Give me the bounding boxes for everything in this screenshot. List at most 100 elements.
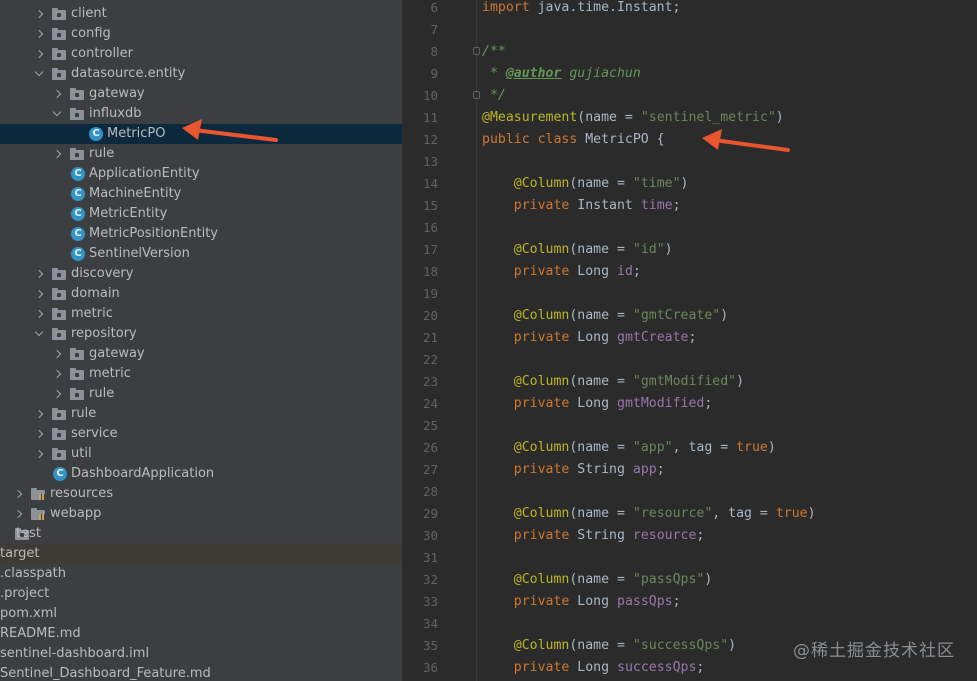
- chevron-right-icon[interactable]: [35, 24, 45, 44]
- tree-item-metricentity[interactable]: C MetricEntity: [0, 204, 402, 224]
- tree-item-classpath[interactable]: .classpath: [0, 564, 402, 584]
- code-line[interactable]: 21 private Long gmtCreate;: [414, 327, 977, 349]
- chevron-down-icon[interactable]: [35, 324, 45, 344]
- tree-item-service[interactable]: service: [0, 424, 402, 444]
- tree-item-repository[interactable]: repository: [0, 324, 402, 344]
- code-line[interactable]: 23 @Column(name = "gmtModified"): [414, 371, 977, 393]
- tree-item-rule[interactable]: rule: [0, 404, 402, 424]
- code-line[interactable]: 24 private Long gmtModified;: [414, 393, 977, 415]
- code-text: @Column(name = "gmtCreate"): [513, 308, 729, 323]
- code-text: @Column(name = "gmtModified"): [513, 374, 745, 389]
- tree-item-sentinel-dashboard-iml[interactable]: sentinel-dashboard.iml: [0, 644, 402, 664]
- tree-item-metricpositionentity[interactable]: C MetricPositionEntity: [0, 224, 402, 244]
- tree-item-label: Sentinel_Dashboard_Feature.md: [0, 666, 211, 681]
- fold-marker-icon[interactable]: [473, 91, 480, 99]
- chevron-down-icon[interactable]: [53, 104, 63, 124]
- chevron-right-icon[interactable]: [35, 444, 45, 464]
- tree-item-metric[interactable]: metric: [0, 304, 402, 324]
- chevron-right-icon[interactable]: [53, 364, 63, 384]
- tree-item-controller[interactable]: controller: [0, 44, 402, 64]
- code-line[interactable]: 14 @Column(name = "time"): [414, 173, 977, 195]
- code-line[interactable]: 33 private Long passQps;: [414, 591, 977, 613]
- package-folder-icon: [70, 88, 84, 100]
- code-line[interactable]: 18 private Long id;: [414, 261, 977, 283]
- code-line[interactable]: 27 private String app;: [414, 459, 977, 481]
- code-text: private Instant time;: [513, 198, 681, 213]
- line-number: 22: [422, 352, 438, 367]
- chevron-right-icon[interactable]: [35, 44, 45, 64]
- chevron-right-icon[interactable]: [35, 304, 45, 324]
- chevron-right-icon[interactable]: [35, 404, 45, 424]
- chevron-right-icon[interactable]: [53, 84, 63, 104]
- code-line[interactable]: 25: [414, 415, 977, 437]
- code-line[interactable]: 19: [414, 283, 977, 305]
- java-class-icon: C: [89, 127, 103, 141]
- code-line[interactable]: 22: [414, 349, 977, 371]
- tree-item-util[interactable]: util: [0, 444, 402, 464]
- tree-item-discovery[interactable]: discovery: [0, 264, 402, 284]
- code-line[interactable]: 20 @Column(name = "gmtCreate"): [414, 305, 977, 327]
- fold-marker-icon[interactable]: [473, 47, 480, 55]
- chevron-right-icon[interactable]: [35, 264, 45, 284]
- tree-item-label: gateway: [89, 86, 145, 101]
- java-class-icon: C: [71, 207, 85, 221]
- chevron-right-icon[interactable]: [53, 384, 63, 404]
- panel-divider[interactable]: [402, 0, 414, 681]
- code-line[interactable]: 7: [414, 19, 977, 41]
- tree-item-config[interactable]: config: [0, 24, 402, 44]
- chevron-right-icon[interactable]: [53, 344, 63, 364]
- code-line[interactable]: 16: [414, 217, 977, 239]
- chevron-right-icon[interactable]: [14, 504, 24, 524]
- code-line[interactable]: 6 import java.time.Instant;: [414, 0, 977, 19]
- line-number: 35: [422, 638, 438, 653]
- code-line[interactable]: 31: [414, 547, 977, 569]
- code-line[interactable]: 9 * @author gujiachun: [414, 63, 977, 85]
- code-line[interactable]: 26 @Column(name = "app", tag = true): [414, 437, 977, 459]
- tree-item-project[interactable]: .project: [0, 584, 402, 604]
- code-line[interactable]: 13: [414, 151, 977, 173]
- tree-item-machineentity[interactable]: C MachineEntity: [0, 184, 402, 204]
- tree-item-gateway[interactable]: gateway: [0, 344, 402, 364]
- tree-item-pom-xml[interactable]: pom.xml: [0, 604, 402, 624]
- tree-item-client[interactable]: client: [0, 4, 402, 24]
- code-line[interactable]: 10 */: [414, 85, 977, 107]
- code-line[interactable]: 29 @Column(name = "resource", tag = true…: [414, 503, 977, 525]
- code-text: private Long gmtModified;: [513, 396, 713, 411]
- chevron-right-icon[interactable]: [35, 4, 45, 24]
- tree-item-readme-md[interactable]: README.md: [0, 624, 402, 644]
- package-folder-icon: [70, 368, 84, 380]
- code-line[interactable]: 32 @Column(name = "passQps"): [414, 569, 977, 591]
- tree-item-webapp[interactable]: webapp: [0, 504, 402, 524]
- code-line[interactable]: 12 public class MetricPO {: [414, 129, 977, 151]
- code-line[interactable]: 15 private Instant time;: [414, 195, 977, 217]
- tree-item-applicationentity[interactable]: C ApplicationEntity: [0, 164, 402, 184]
- resource-folder-icon: [31, 508, 45, 520]
- tree-item-gateway[interactable]: gateway: [0, 84, 402, 104]
- tree-item-metric[interactable]: metric: [0, 364, 402, 384]
- code-line[interactable]: 34: [414, 613, 977, 635]
- code-editor[interactable]: 6 import java.time.Instant; 7 8 /** 9 * @auth…: [414, 0, 977, 681]
- tree-item-label: service: [71, 426, 118, 441]
- chevron-down-icon[interactable]: [35, 64, 45, 84]
- tree-item-domain[interactable]: domain: [0, 284, 402, 304]
- tree-item-dashboardapplication[interactable]: C DashboardApplication: [0, 464, 402, 484]
- code-line[interactable]: 30 private String resource;: [414, 525, 977, 547]
- java-class-icon: C: [71, 247, 85, 261]
- chevron-right-icon[interactable]: [53, 144, 63, 164]
- tree-item-test[interactable]: test: [0, 524, 402, 544]
- code-line[interactable]: 28: [414, 481, 977, 503]
- code-line[interactable]: 8 /**: [414, 41, 977, 63]
- tree-item-sentinelversion[interactable]: C SentinelVersion: [0, 244, 402, 264]
- code-line[interactable]: 11 @Measurement(name = "sentinel_metric"): [414, 107, 977, 129]
- chevron-right-icon[interactable]: [14, 484, 24, 504]
- chevron-right-icon[interactable]: [35, 284, 45, 304]
- code-line[interactable]: 17 @Column(name = "id"): [414, 239, 977, 261]
- code-text: @Column(name = "passQps"): [513, 572, 713, 587]
- tree-item-rule[interactable]: rule: [0, 384, 402, 404]
- tree-item-resources[interactable]: resources: [0, 484, 402, 504]
- tree-item-sentinel-dashboard-feature-md[interactable]: Sentinel_Dashboard_Feature.md: [0, 664, 402, 681]
- chevron-right-icon[interactable]: [35, 424, 45, 444]
- java-class-icon: C: [53, 467, 67, 481]
- tree-item-datasource-entity[interactable]: datasource.entity: [0, 64, 402, 84]
- tree-item-target[interactable]: target: [0, 544, 402, 564]
